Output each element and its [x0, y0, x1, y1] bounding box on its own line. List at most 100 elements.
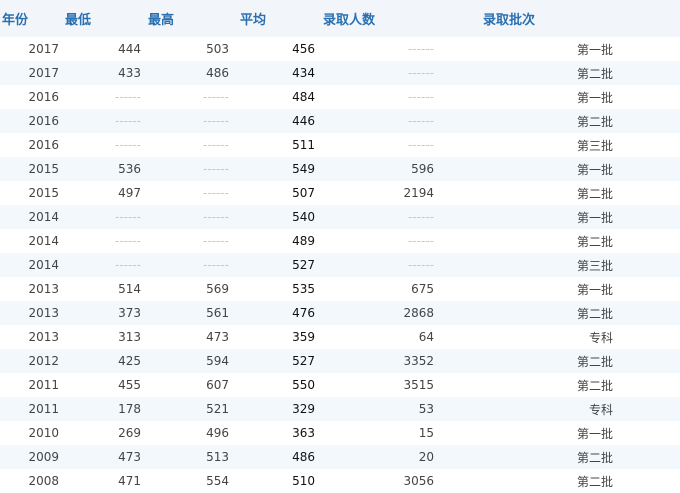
cell-avg-score: 535	[292, 282, 315, 296]
cell-avg-score: 486	[235, 445, 322, 469]
cell-min-score: 178	[60, 397, 143, 421]
cell-admit-batch: 第三批	[576, 138, 613, 153]
cell-avg-score: 489	[292, 234, 315, 248]
cell-min-score: 497	[118, 186, 141, 200]
cell-avg-score: 476	[235, 301, 322, 325]
cell-avg-score: 484	[292, 90, 315, 104]
table-header-row: 年份 最低 最高 平均 录取人数 录取批次	[0, 0, 680, 37]
table-row: 2017 444 503 456 ------ 第一批	[0, 37, 680, 61]
cell-admit-batch: 专科	[588, 330, 613, 345]
cell-max-score: 503	[206, 42, 229, 56]
cell-min-score: ------	[60, 109, 143, 133]
table-row: 2013 373 561 476 2868 第二批	[0, 301, 680, 325]
cell-admit-count: ------	[408, 138, 434, 152]
cell-admit-batch: 专科	[440, 397, 680, 421]
cell-avg-score: 359	[292, 330, 315, 344]
cell-admit-count: ------	[322, 253, 440, 277]
cell-admit-batch: 第二批	[576, 234, 613, 249]
cell-avg-score: 456	[292, 42, 315, 56]
cell-admit-count: ------	[322, 61, 440, 85]
cell-year: 2013	[0, 301, 60, 325]
cell-min-score: ------	[115, 138, 141, 152]
cell-admit-batch: 第二批	[440, 301, 680, 325]
cell-avg-score: 550	[292, 378, 315, 392]
cell-max-score: 496	[206, 426, 229, 440]
table-row: 2014 ------ ------ 527 ------ 第三批	[0, 253, 680, 277]
cell-year: 2011	[0, 397, 60, 421]
cell-admit-batch: 第三批	[440, 253, 680, 277]
table-row: 2013 514 569 535 675 第一批	[0, 277, 680, 301]
cell-admit-batch: 第二批	[440, 445, 680, 469]
table-row: 2013 313 473 359 64 专科	[0, 325, 680, 349]
cell-admit-count: 20	[322, 445, 440, 469]
cell-avg-score: 434	[235, 61, 322, 85]
cell-admit-batch: 第二批	[440, 109, 680, 133]
cell-avg-score: 507	[292, 186, 315, 200]
cell-min-score: ------	[60, 205, 143, 229]
cell-avg-score: 363	[292, 426, 315, 440]
cell-admit-count: 596	[322, 157, 440, 181]
cell-avg-score: 329	[235, 397, 322, 421]
cell-year: 2011	[28, 378, 59, 392]
admission-scores-table: 年份 最低 最高 平均 录取人数 录取批次 2017 444 503 456 -----…	[0, 0, 680, 493]
table-row: 2014 ------ ------ 540 ------ 第一批	[0, 205, 680, 229]
cell-min-score: 444	[118, 42, 141, 56]
cell-year: 2008	[28, 474, 59, 488]
table-row: 2016 ------ ------ 446 ------ 第二批	[0, 109, 680, 133]
table-row: 2016 ------ ------ 511 ------ 第三批	[0, 133, 680, 157]
table-row: 2010 269 496 363 15 第一批	[0, 421, 680, 445]
cell-year: 2012	[0, 349, 60, 373]
cell-min-score: 473	[60, 445, 143, 469]
cell-admit-count: 53	[322, 397, 440, 421]
cell-admit-batch: 第二批	[576, 378, 613, 393]
cell-avg-score: 510	[292, 474, 315, 488]
cell-admit-count: 64	[418, 330, 434, 344]
cell-admit-batch: 第二批	[576, 186, 613, 201]
cell-max-score: 473	[206, 330, 229, 344]
cell-year: 2017	[0, 61, 60, 85]
cell-max-score: 513	[143, 445, 235, 469]
cell-year: 2015	[0, 157, 60, 181]
cell-max-score: 569	[206, 282, 229, 296]
cell-year: 2014	[0, 205, 60, 229]
cell-max-score: ------	[143, 205, 235, 229]
cell-admit-count: 2868	[322, 301, 440, 325]
cell-max-score: ------	[203, 90, 229, 104]
table-body: 2017 444 503 456 ------ 第一批 2017 433 486 434 -----…	[0, 37, 680, 493]
header-avg-score: 平均	[235, 0, 322, 37]
cell-min-score: ------	[115, 234, 141, 248]
cell-admit-count: 3056	[403, 474, 434, 488]
table-row: 2015 497 ------ 507 2194 第二批	[0, 181, 680, 205]
cell-admit-count: ------	[408, 42, 434, 56]
cell-admit-count: 3515	[403, 378, 434, 392]
cell-admit-batch: 第一批	[440, 205, 680, 229]
table-row: 2017 433 486 434 ------ 第二批	[0, 61, 680, 85]
cell-max-score: 521	[143, 397, 235, 421]
cell-year: 2013	[28, 330, 59, 344]
cell-admit-batch: 第一批	[576, 282, 613, 297]
table-row: 2016 ------ ------ 484 ------ 第一批	[0, 85, 680, 109]
cell-year: 2014	[0, 253, 60, 277]
header-admit-batch: 录取批次	[440, 0, 680, 37]
header-admit-count: 录取人数	[322, 0, 440, 37]
cell-year: 2013	[28, 282, 59, 296]
header-year: 年份	[0, 0, 60, 37]
cell-max-score: ------	[143, 109, 235, 133]
cell-max-score: ------	[143, 253, 235, 277]
cell-admit-count: 15	[418, 426, 434, 440]
cell-year: 2009	[0, 445, 60, 469]
header-max-score: 最高	[143, 0, 235, 37]
cell-admit-count: 2194	[403, 186, 434, 200]
cell-min-score: ------	[60, 253, 143, 277]
cell-admit-batch: 第一批	[576, 426, 613, 441]
table-row: 2015 536 ------ 549 596 第一批	[0, 157, 680, 181]
cell-max-score: 607	[206, 378, 229, 392]
cell-min-score: 514	[118, 282, 141, 296]
cell-min-score: 433	[60, 61, 143, 85]
cell-year: 2014	[28, 234, 59, 248]
cell-admit-batch: 第二批	[440, 349, 680, 373]
table-row: 2012 425 594 527 3352 第二批	[0, 349, 680, 373]
cell-avg-score: 511	[292, 138, 315, 152]
cell-max-score: 486	[143, 61, 235, 85]
cell-max-score: ------	[203, 234, 229, 248]
